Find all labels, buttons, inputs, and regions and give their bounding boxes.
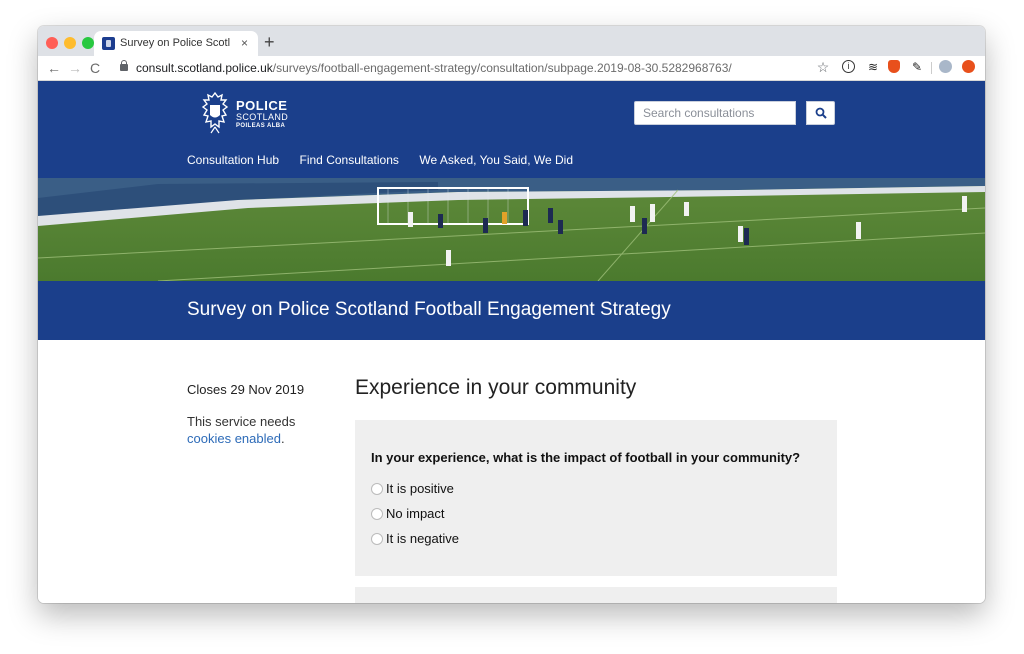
- cookie-notice-end: .: [280, 431, 285, 446]
- crest-icon: [201, 91, 229, 134]
- radio-option-no-impact[interactable]: No impact: [371, 506, 445, 522]
- radio-option-negative[interactable]: It is negative: [371, 531, 459, 547]
- shield-icon[interactable]: [888, 60, 900, 73]
- page-title-banner: Survey on Police Scotland Football Engag…: [38, 281, 985, 340]
- main-content: Closes 29 Nov 2019 This service needs co…: [38, 340, 985, 603]
- browser-tab[interactable]: Survey on Police Scotland Foot ×: [94, 31, 258, 56]
- section-title: Experience in your community: [355, 376, 637, 399]
- option-label: No impact: [386, 506, 445, 521]
- logo-wordmark: POLICE SCOTLAND POILEAS ALBA: [236, 99, 288, 131]
- avatar-icon[interactable]: [939, 60, 952, 73]
- address-bar[interactable]: consult.scotland.police.uk/surveys/footb…: [136, 56, 732, 80]
- nav-consultation-hub[interactable]: Consultation Hub: [187, 153, 279, 167]
- search-button[interactable]: [806, 101, 835, 125]
- search-input[interactable]: [634, 101, 796, 125]
- close-window-button[interactable]: [46, 37, 58, 49]
- cookies-enabled-link[interactable]: cookies enabled: [187, 431, 281, 446]
- question-text: In your experience, what is the impact o…: [371, 450, 801, 465]
- logo-line-scotland: SCOTLAND: [236, 112, 289, 122]
- radio-button[interactable]: [371, 507, 383, 520]
- site-header: POLICE SCOTLAND POILEAS ALBA Consultatio…: [38, 81, 985, 178]
- record-icon[interactable]: [962, 60, 975, 73]
- option-label: It is negative: [386, 531, 459, 546]
- puzzle-icon[interactable]: ✎: [910, 60, 924, 74]
- reload-button[interactable]: C: [90, 56, 100, 80]
- radio-button[interactable]: [371, 532, 383, 545]
- info-icon[interactable]: i: [842, 60, 855, 73]
- radio-option-positive[interactable]: It is positive: [371, 481, 454, 497]
- url-path: /surveys/football-engagement-strategy/co…: [272, 61, 732, 75]
- minimize-window-button[interactable]: [64, 37, 76, 49]
- nav-find-consultations[interactable]: Find Consultations: [300, 153, 399, 167]
- star-icon[interactable]: ☆: [816, 60, 830, 74]
- closing-date: Closes 29 Nov 2019: [187, 382, 305, 397]
- main-navigation: Consultation Hub Find Consultations We A…: [187, 151, 589, 169]
- url-host: consult.scotland.police.uk: [136, 61, 273, 75]
- police-scotland-favicon-icon: [102, 37, 115, 50]
- tab-title: Survey on Police Scotland Foot: [120, 37, 230, 49]
- layers-icon[interactable]: ≋: [866, 60, 880, 74]
- question-panel: In your experience, what is the impact o…: [355, 420, 837, 576]
- police-scotland-logo[interactable]: POLICE SCOTLAND POILEAS ALBA: [198, 91, 308, 137]
- toolbar-divider: [931, 62, 932, 74]
- search-icon: [815, 107, 827, 119]
- tab-close-icon[interactable]: ×: [241, 31, 248, 56]
- search-form: [634, 101, 836, 127]
- logo-line-gaelic: POILEAS ALBA: [236, 123, 286, 129]
- lock-icon[interactable]: [120, 60, 128, 71]
- maximize-window-button[interactable]: [82, 37, 94, 49]
- new-tab-button[interactable]: +: [264, 30, 275, 54]
- tab-bar: Survey on Police Scotland Foot × +: [38, 26, 985, 56]
- address-toolbar: ← → C consult.scotland.police.uk/surveys…: [38, 56, 985, 81]
- page-title: Survey on Police Scotland Football Engag…: [187, 299, 671, 320]
- forward-button[interactable]: →: [68, 56, 82, 80]
- web-page: POLICE SCOTLAND POILEAS ALBA Consultatio…: [38, 81, 985, 603]
- cookie-notice-text: This service needs: [187, 414, 296, 429]
- logo-line-police: POLICE: [236, 98, 288, 113]
- nav-we-asked-you-said[interactable]: We Asked, You Said, We Did: [419, 153, 573, 167]
- radio-button[interactable]: [371, 482, 383, 495]
- back-button[interactable]: ←: [47, 56, 61, 80]
- cookie-notice: This service needs cookies enabled.: [187, 413, 317, 447]
- option-label: It is positive: [386, 481, 454, 496]
- next-question-panel: [355, 587, 837, 603]
- football-stadium-hero-image: [38, 178, 985, 281]
- browser-window: Survey on Police Scotland Foot × + ← → C…: [38, 26, 985, 603]
